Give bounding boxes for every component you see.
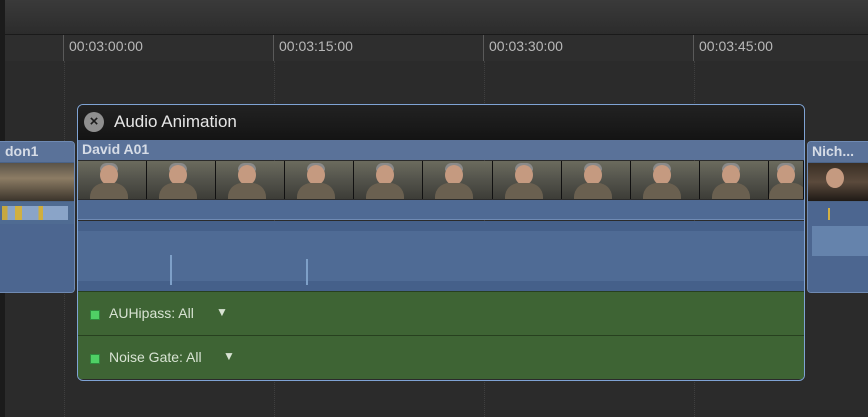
clip-name: Nich...: [812, 143, 855, 159]
person-thumbnail: [169, 165, 188, 185]
ruler-tick: [483, 35, 484, 61]
filmstrip-frame: [423, 161, 493, 199]
clip-header: David A01: [78, 140, 804, 160]
person-shirt: [297, 183, 336, 199]
waveform-peak: [828, 208, 830, 220]
person-thumbnail: [445, 165, 464, 185]
audio-waveform: [808, 202, 868, 292]
person-thumbnail: [776, 165, 795, 185]
close-icon[interactable]: ×: [84, 112, 104, 132]
audio-animation-panel[interactable]: × Audio Animation David A01 AUHipass: Al…: [77, 104, 805, 381]
person-shirt: [642, 183, 681, 199]
filmstrip-frame: [561, 161, 631, 199]
audio-waveform: [78, 221, 804, 291]
clip-right[interactable]: Nich...: [807, 141, 868, 293]
ruler-tick: [693, 35, 694, 61]
filmstrip-frame: [492, 161, 562, 199]
person-thumbnail: [100, 165, 118, 185]
person-thumbnail: [826, 168, 844, 188]
chevron-down-icon[interactable]: ▼: [223, 349, 235, 363]
person-shirt: [366, 183, 405, 199]
filmstrip: [808, 163, 868, 201]
filmstrip-frame: [147, 161, 217, 199]
person-thumbnail: [307, 165, 326, 185]
effect-color-swatch: [90, 354, 100, 364]
filmstrip-frame: [354, 161, 424, 199]
ruler-timecode: 00:03:15:00: [279, 38, 353, 54]
person-shirt: [435, 183, 474, 199]
filmstrip: [0, 163, 74, 201]
person-shirt: [159, 183, 198, 199]
waveform-body: [78, 231, 804, 281]
effect-row-noise-gate[interactable]: Noise Gate: All ▼: [78, 335, 804, 379]
panel-title: Audio Animation: [114, 112, 237, 131]
filmstrip-frame: [216, 161, 286, 199]
panel-header: × Audio Animation: [78, 105, 804, 140]
ruler-tick: [63, 35, 64, 61]
toolbar-strip: [0, 0, 868, 35]
chevron-down-icon[interactable]: ▼: [216, 305, 228, 319]
ruler-timecode: 00:03:30:00: [489, 38, 563, 54]
filmstrip-frame: [285, 161, 355, 199]
waveform-body: [812, 226, 868, 256]
effect-label: AUHipass: All: [109, 305, 194, 321]
timecode-ruler[interactable]: 00:03:00:00 00:03:15:00 00:03:30:00 00:0…: [5, 35, 868, 61]
person-shirt: [228, 183, 267, 199]
person-shirt: [90, 183, 128, 199]
filmstrip-frame: [630, 161, 700, 199]
ruler-timecode: 00:03:00:00: [69, 38, 143, 54]
person-thumbnail: [652, 165, 671, 185]
clip-name: don1: [5, 143, 39, 159]
person-thumbnail: [376, 165, 395, 185]
person-shirt: [573, 183, 612, 199]
clip-left[interactable]: don1: [0, 141, 75, 293]
audio-waveform: [0, 202, 74, 224]
filmstrip-frame: [78, 161, 148, 199]
audio-waveform-upper: [78, 200, 804, 220]
person-thumbnail: [721, 165, 740, 185]
person-thumbnail: [238, 165, 257, 185]
person-thumbnail: [583, 165, 602, 185]
waveform-peaks: [2, 206, 68, 220]
person-shirt: [768, 183, 803, 199]
effect-row-auhipass[interactable]: AUHipass: All ▼: [78, 291, 804, 335]
effect-label: Noise Gate: All: [109, 349, 202, 365]
clip-name: David A01: [82, 141, 150, 157]
filmstrip-frame: [768, 161, 804, 199]
audio-waveform-lower: [0, 224, 74, 292]
person-thumbnail: [514, 165, 533, 185]
effect-color-swatch: [90, 310, 100, 320]
person-shirt: [504, 183, 543, 199]
filmstrip-frame: [699, 161, 769, 199]
ruler-tick: [273, 35, 274, 61]
person-shirt: [711, 183, 750, 199]
ruler-timecode: 00:03:45:00: [699, 38, 773, 54]
filmstrip: [78, 161, 804, 199]
